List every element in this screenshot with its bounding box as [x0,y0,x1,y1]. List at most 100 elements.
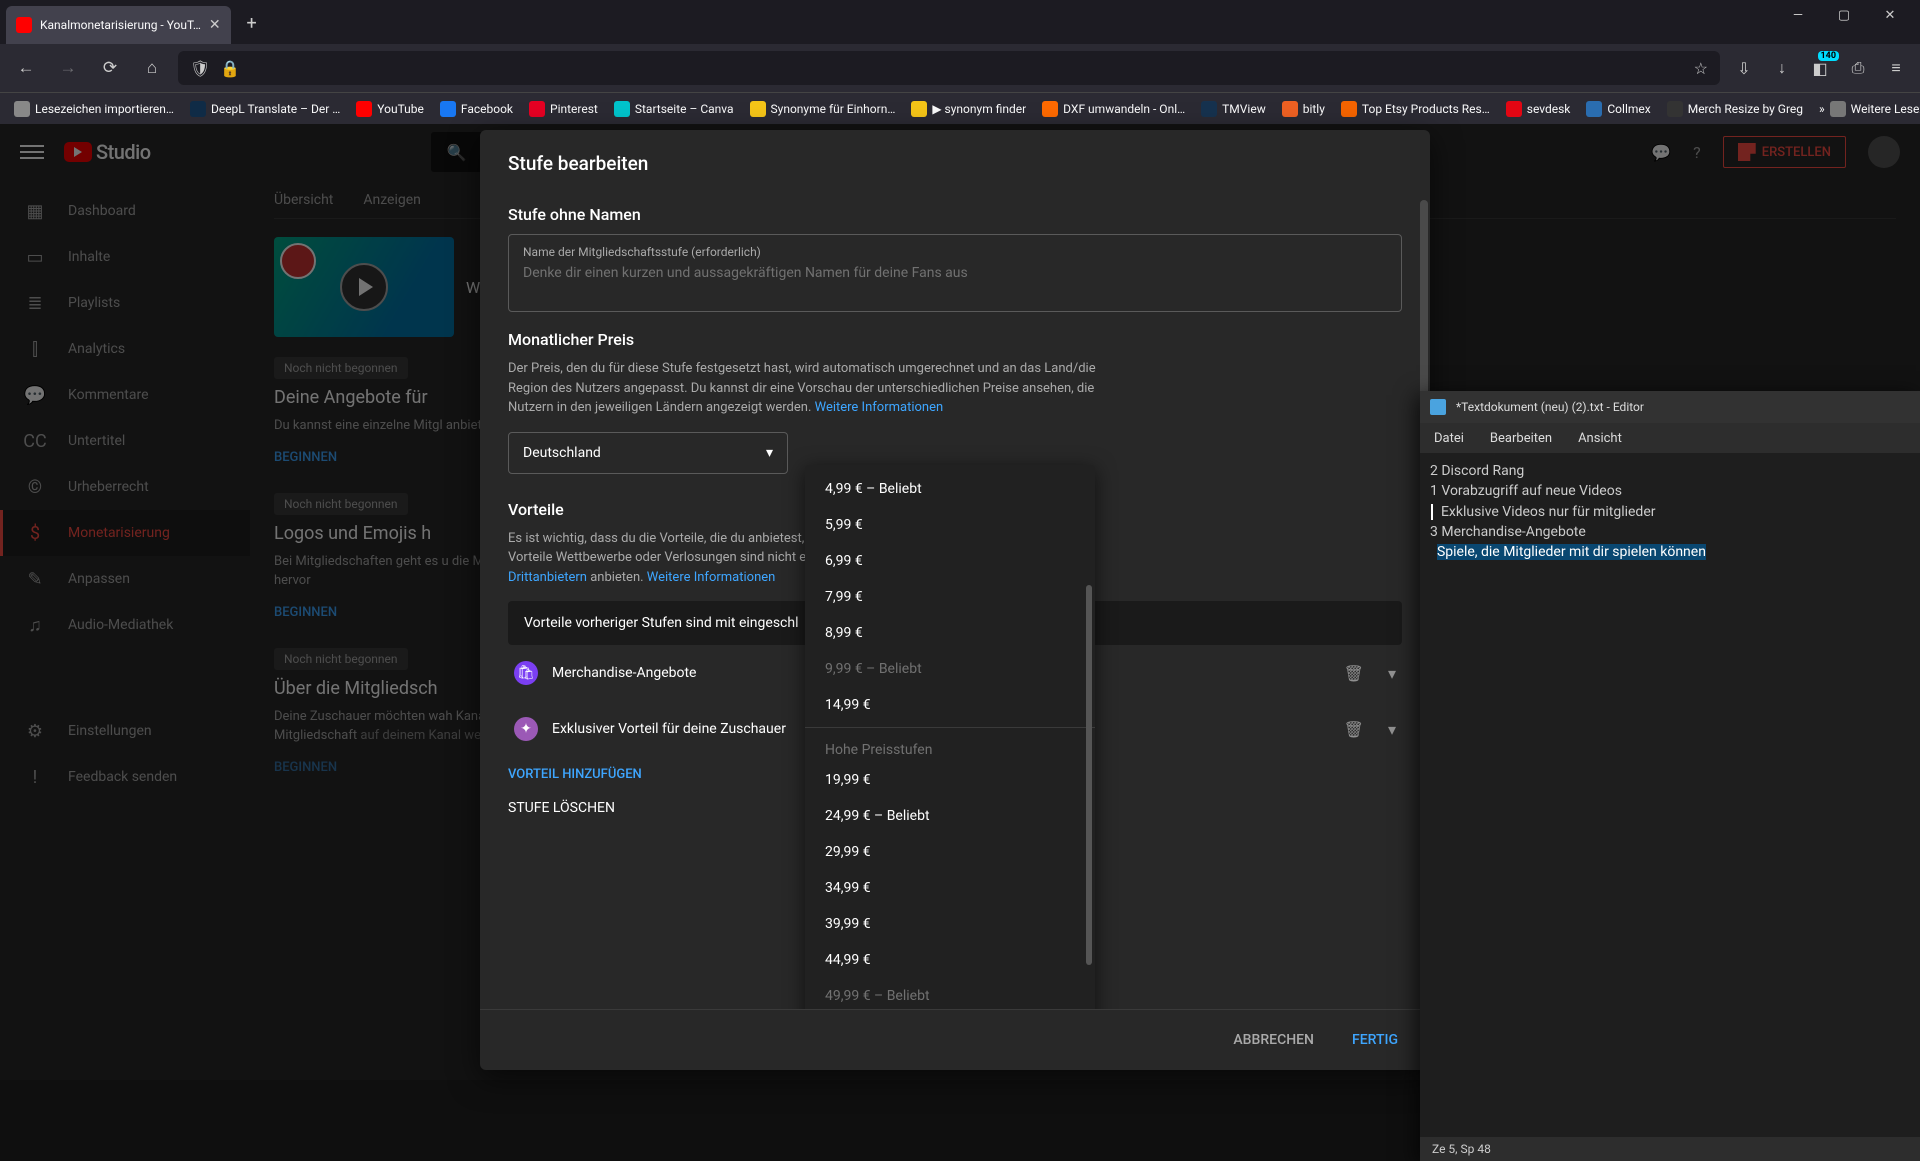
selected-text: Spiele, die Mitglieder mit dir spielen k… [1437,544,1706,560]
notepad-text-area[interactable]: 2 Discord Rang 1 Vorabzugriff auf neue V… [1420,453,1920,570]
price-heading: Monatlicher Preis [508,330,1402,349]
delete-perk-icon[interactable]: 🗑 [1344,664,1364,683]
nav-back-button[interactable]: ← [10,52,42,84]
extensions-icon[interactable]: ◧ 140 [1806,54,1834,82]
price-option[interactable]: 5,99 € [805,507,1095,543]
more-info-link[interactable]: Weitere Informationen [815,400,944,415]
notepad-titlebar[interactable]: *Textdokument (neu) (2).txt - Editor [1420,391,1920,423]
bookmark-star-icon[interactable]: ☆ [1694,59,1708,78]
nav-home-button[interactable]: ⌂ [136,52,168,84]
price-option[interactable]: 14,99 € [805,687,1095,723]
price-option[interactable]: 44,99 € [805,942,1095,978]
more-info-link[interactable]: Weitere Informationen [647,570,776,585]
bookmark-item[interactable]: YouTube [350,98,430,120]
bookmark-item[interactable]: Facebook [434,98,519,120]
bookmark-label: ▶ synonym finder [932,102,1026,116]
bookmark-item[interactable]: Startseite – Canva [608,98,740,120]
notepad-title: *Textdokument (neu) (2).txt - Editor [1456,400,1644,414]
bookmark-favicon-icon [1586,101,1602,117]
bookmark-item[interactable]: Top Etsy Products Res… [1335,98,1496,120]
country-select[interactable]: Deutschland ▾ [508,432,788,474]
bookmark-item[interactable]: bitly [1276,98,1331,120]
app-menu-icon[interactable]: ≡ [1882,54,1910,82]
price-help-text: Der Preis, den du für diese Stufe festge… [508,359,1108,418]
expand-perk-icon[interactable]: ▾ [1388,720,1396,739]
bookmark-item[interactable]: ▶ synonym finder [905,98,1032,120]
price-dropdown: 4,99 € – Beliebt5,99 €6,99 €7,99 €8,99 €… [805,465,1095,1009]
bookmark-item[interactable]: sevdesk [1500,98,1577,120]
bookmark-favicon-icon [1667,101,1683,117]
bookmark-item[interactable]: DXF umwandeln - Onl… [1036,98,1191,120]
price-option[interactable]: 7,99 € [805,579,1095,615]
nav-reload-button[interactable]: ⟳ [94,52,126,84]
window-minimize-button[interactable]: — [1784,8,1812,23]
tier-name-input[interactable]: Name der Mitgliedschaftsstufe (erforderl… [508,234,1402,312]
perk-label: Merchandise-Angebote [552,665,696,681]
shield-icon[interactable]: 🛡 [190,59,210,78]
delete-perk-icon[interactable]: 🗑 [1344,720,1364,739]
bookmark-item[interactable]: Synonyme für Einhorn… [744,98,902,120]
price-option[interactable]: 34,99 € [805,870,1095,906]
third-party-link[interactable]: Drittanbietern [508,570,587,585]
chevron-down-icon: ▾ [766,445,773,461]
browser-toolbar: ← → ⟳ ⌂ 🛡 🔒 ☆ ⇩ ↓ ◧ 140 ⎙ ≡ [0,44,1920,92]
bookmark-label: Synonyme für Einhorn… [771,102,896,116]
bookmark-item[interactable]: TMView [1195,98,1272,120]
bookmark-label: TMView [1222,102,1266,116]
bookmark-item[interactable]: DeepL Translate – Der … [184,98,346,120]
library-icon[interactable]: ⇩ [1730,54,1758,82]
bookmark-favicon-icon [1282,101,1298,117]
notepad-app-icon [1430,399,1446,415]
bookmarks-overflow-button[interactable]: » Weitere Lesezeichen [1813,98,1920,120]
menu-edit[interactable]: Bearbeiten [1490,431,1552,446]
price-option[interactable]: 4,99 € – Beliebt [805,471,1095,507]
downloads-icon[interactable]: ↓ [1768,54,1796,82]
extension-badge: 140 [1818,51,1840,61]
bookmark-item[interactable]: Collmex [1580,98,1656,120]
window-maximize-button[interactable]: ▢ [1830,8,1858,23]
tab-title: Kanalmonetarisierung - YouT… [40,18,201,32]
price-option[interactable]: 6,99 € [805,543,1095,579]
notepad-statusbar: Ze 5, Sp 48 [1420,1137,1920,1161]
price-option[interactable]: 39,99 € [805,906,1095,942]
bookmark-favicon-icon [356,101,372,117]
menu-view[interactable]: Ansicht [1578,431,1622,446]
text-cursor-icon [1431,504,1433,520]
browser-tab[interactable]: Kanalmonetarisierung - YouT… ✕ [6,6,231,44]
price-option[interactable]: 9,99 € – Beliebt [805,651,1095,687]
price-option[interactable]: 29,99 € [805,834,1095,870]
add-perk-button[interactable]: VORTEIL HINZUFÜGEN [508,767,642,782]
bookmark-item[interactable]: Lesezeichen importieren… [8,98,180,120]
expand-perk-icon[interactable]: ▾ [1388,664,1396,683]
done-button[interactable]: FERTIG [1342,1024,1408,1056]
bookmark-label: Merch Resize by Greg [1688,102,1803,116]
bookmark-item[interactable]: Pinterest [523,98,604,120]
dropdown-scrollbar[interactable] [1086,585,1092,965]
bookmark-favicon-icon [614,101,630,117]
print-icon[interactable]: ⎙ [1844,54,1872,82]
notepad-menubar: Datei Bearbeiten Ansicht [1420,423,1920,453]
tab-close-icon[interactable]: ✕ [209,17,221,33]
bookmark-label: Pinterest [550,102,598,116]
bookmark-label: sevdesk [1527,102,1571,116]
lock-icon[interactable]: 🔒 [220,59,240,78]
bookmark-label: Startseite – Canva [635,102,734,116]
bookmark-label: Lesezeichen importieren… [35,102,174,116]
cancel-button[interactable]: ABBRECHEN [1223,1024,1324,1056]
price-option[interactable]: 24,99 € – Beliebt [805,798,1095,834]
nav-forward-button[interactable]: → [52,52,84,84]
window-close-button[interactable]: ✕ [1876,8,1904,23]
perk-label: Exklusiver Vorteil für deine Zuschauer [552,721,786,737]
url-bar[interactable]: 🛡 🔒 ☆ [178,51,1720,85]
bookmark-item[interactable]: Merch Resize by Greg [1661,98,1809,120]
price-option[interactable]: 19,99 € [805,762,1095,798]
window-controls: — ▢ ✕ [1768,0,1920,31]
new-tab-button[interactable]: + [237,8,267,38]
price-option[interactable]: 8,99 € [805,615,1095,651]
bookmark-label: Facebook [461,102,513,116]
edit-tier-modal: Stufe bearbeiten Stufe ohne Namen Name d… [480,130,1430,1070]
menu-file[interactable]: Datei [1434,431,1464,446]
bookmark-label: bitly [1303,102,1325,116]
price-option[interactable]: 49,99 € – Beliebt [805,978,1095,1009]
bookmark-favicon-icon [14,101,30,117]
